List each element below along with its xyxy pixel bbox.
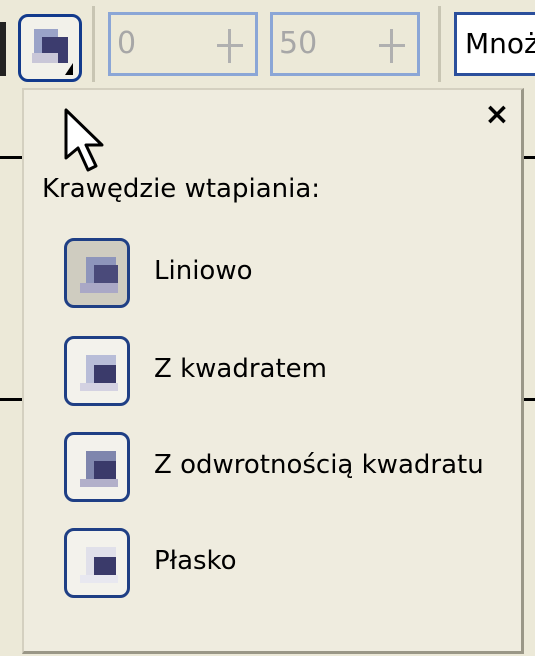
toolbar-separator xyxy=(438,6,441,82)
dropdown-arrow-icon xyxy=(65,63,73,75)
inverse-squared-feather-button[interactable] xyxy=(64,432,130,502)
option-label: Liniowo xyxy=(154,256,253,286)
offset-x-value: 0 xyxy=(117,26,137,61)
option-label: Z odwrotnością kwadratu xyxy=(154,450,484,480)
toolbar: 0 50 Mnoż xyxy=(0,0,535,88)
spin-cross-icon[interactable] xyxy=(217,25,243,65)
feather-mode-button[interactable] xyxy=(18,14,82,82)
canvas-line xyxy=(524,398,535,401)
feather-edge-icon xyxy=(32,29,68,63)
option-linear[interactable]: Liniowo xyxy=(64,238,524,310)
blend-mode-select[interactable]: Mnoż xyxy=(454,12,535,76)
flat-feather-icon xyxy=(80,547,118,583)
mouse-pointer-icon xyxy=(64,108,104,172)
option-label: Płasko xyxy=(154,546,237,576)
inverse-squared-feather-icon xyxy=(80,451,118,487)
canvas-line xyxy=(0,156,22,159)
toolbar-separator xyxy=(92,6,95,82)
offset-x-spinner[interactable]: 0 xyxy=(108,12,258,76)
close-icon[interactable]: × xyxy=(482,100,512,130)
linear-feather-button[interactable] xyxy=(64,238,130,308)
offset-y-spinner[interactable]: 50 xyxy=(270,12,420,76)
spin-cross-icon[interactable] xyxy=(379,25,405,65)
canvas-line xyxy=(524,156,535,159)
toolbar-separator xyxy=(0,22,6,76)
option-inverse-squared[interactable]: Z odwrotnością kwadratu xyxy=(64,432,524,504)
option-flat[interactable]: Płasko xyxy=(64,528,524,600)
option-label: Z kwadratem xyxy=(154,354,327,384)
option-squared[interactable]: Z kwadratem xyxy=(64,336,524,408)
squared-feather-icon xyxy=(80,355,118,391)
canvas-line xyxy=(0,398,22,401)
squared-feather-button[interactable] xyxy=(64,336,130,406)
offset-y-value: 50 xyxy=(279,26,318,61)
flat-feather-button[interactable] xyxy=(64,528,130,598)
linear-feather-icon xyxy=(80,257,118,293)
popup-title: Krawędzie wtapiania: xyxy=(42,174,321,204)
